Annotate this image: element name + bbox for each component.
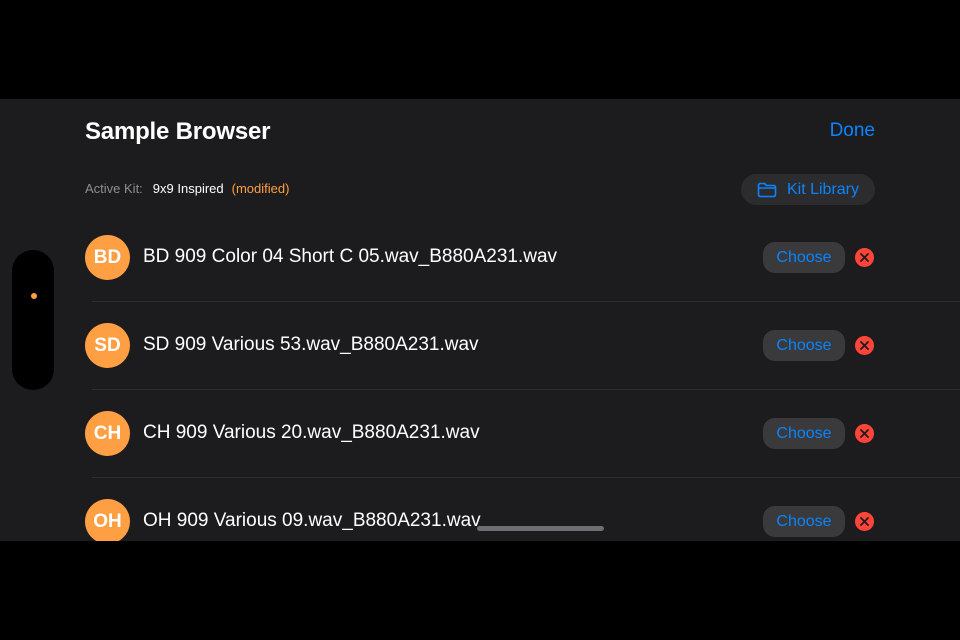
home-indicator[interactable]: [477, 526, 604, 531]
sample-name: OH 909 Various 09.wav_B880A231.wav: [143, 510, 481, 531]
remove-icon[interactable]: [855, 512, 874, 531]
sample-badge: OH: [85, 499, 130, 541]
sample-row-oh: OH OH 909 Various 09.wav_B880A231.wav Ch…: [85, 499, 960, 541]
choose-button[interactable]: Choose: [763, 506, 845, 537]
list-clip: OH OH 909 Various 09.wav_B880A231.wav Ch…: [0, 99, 960, 541]
